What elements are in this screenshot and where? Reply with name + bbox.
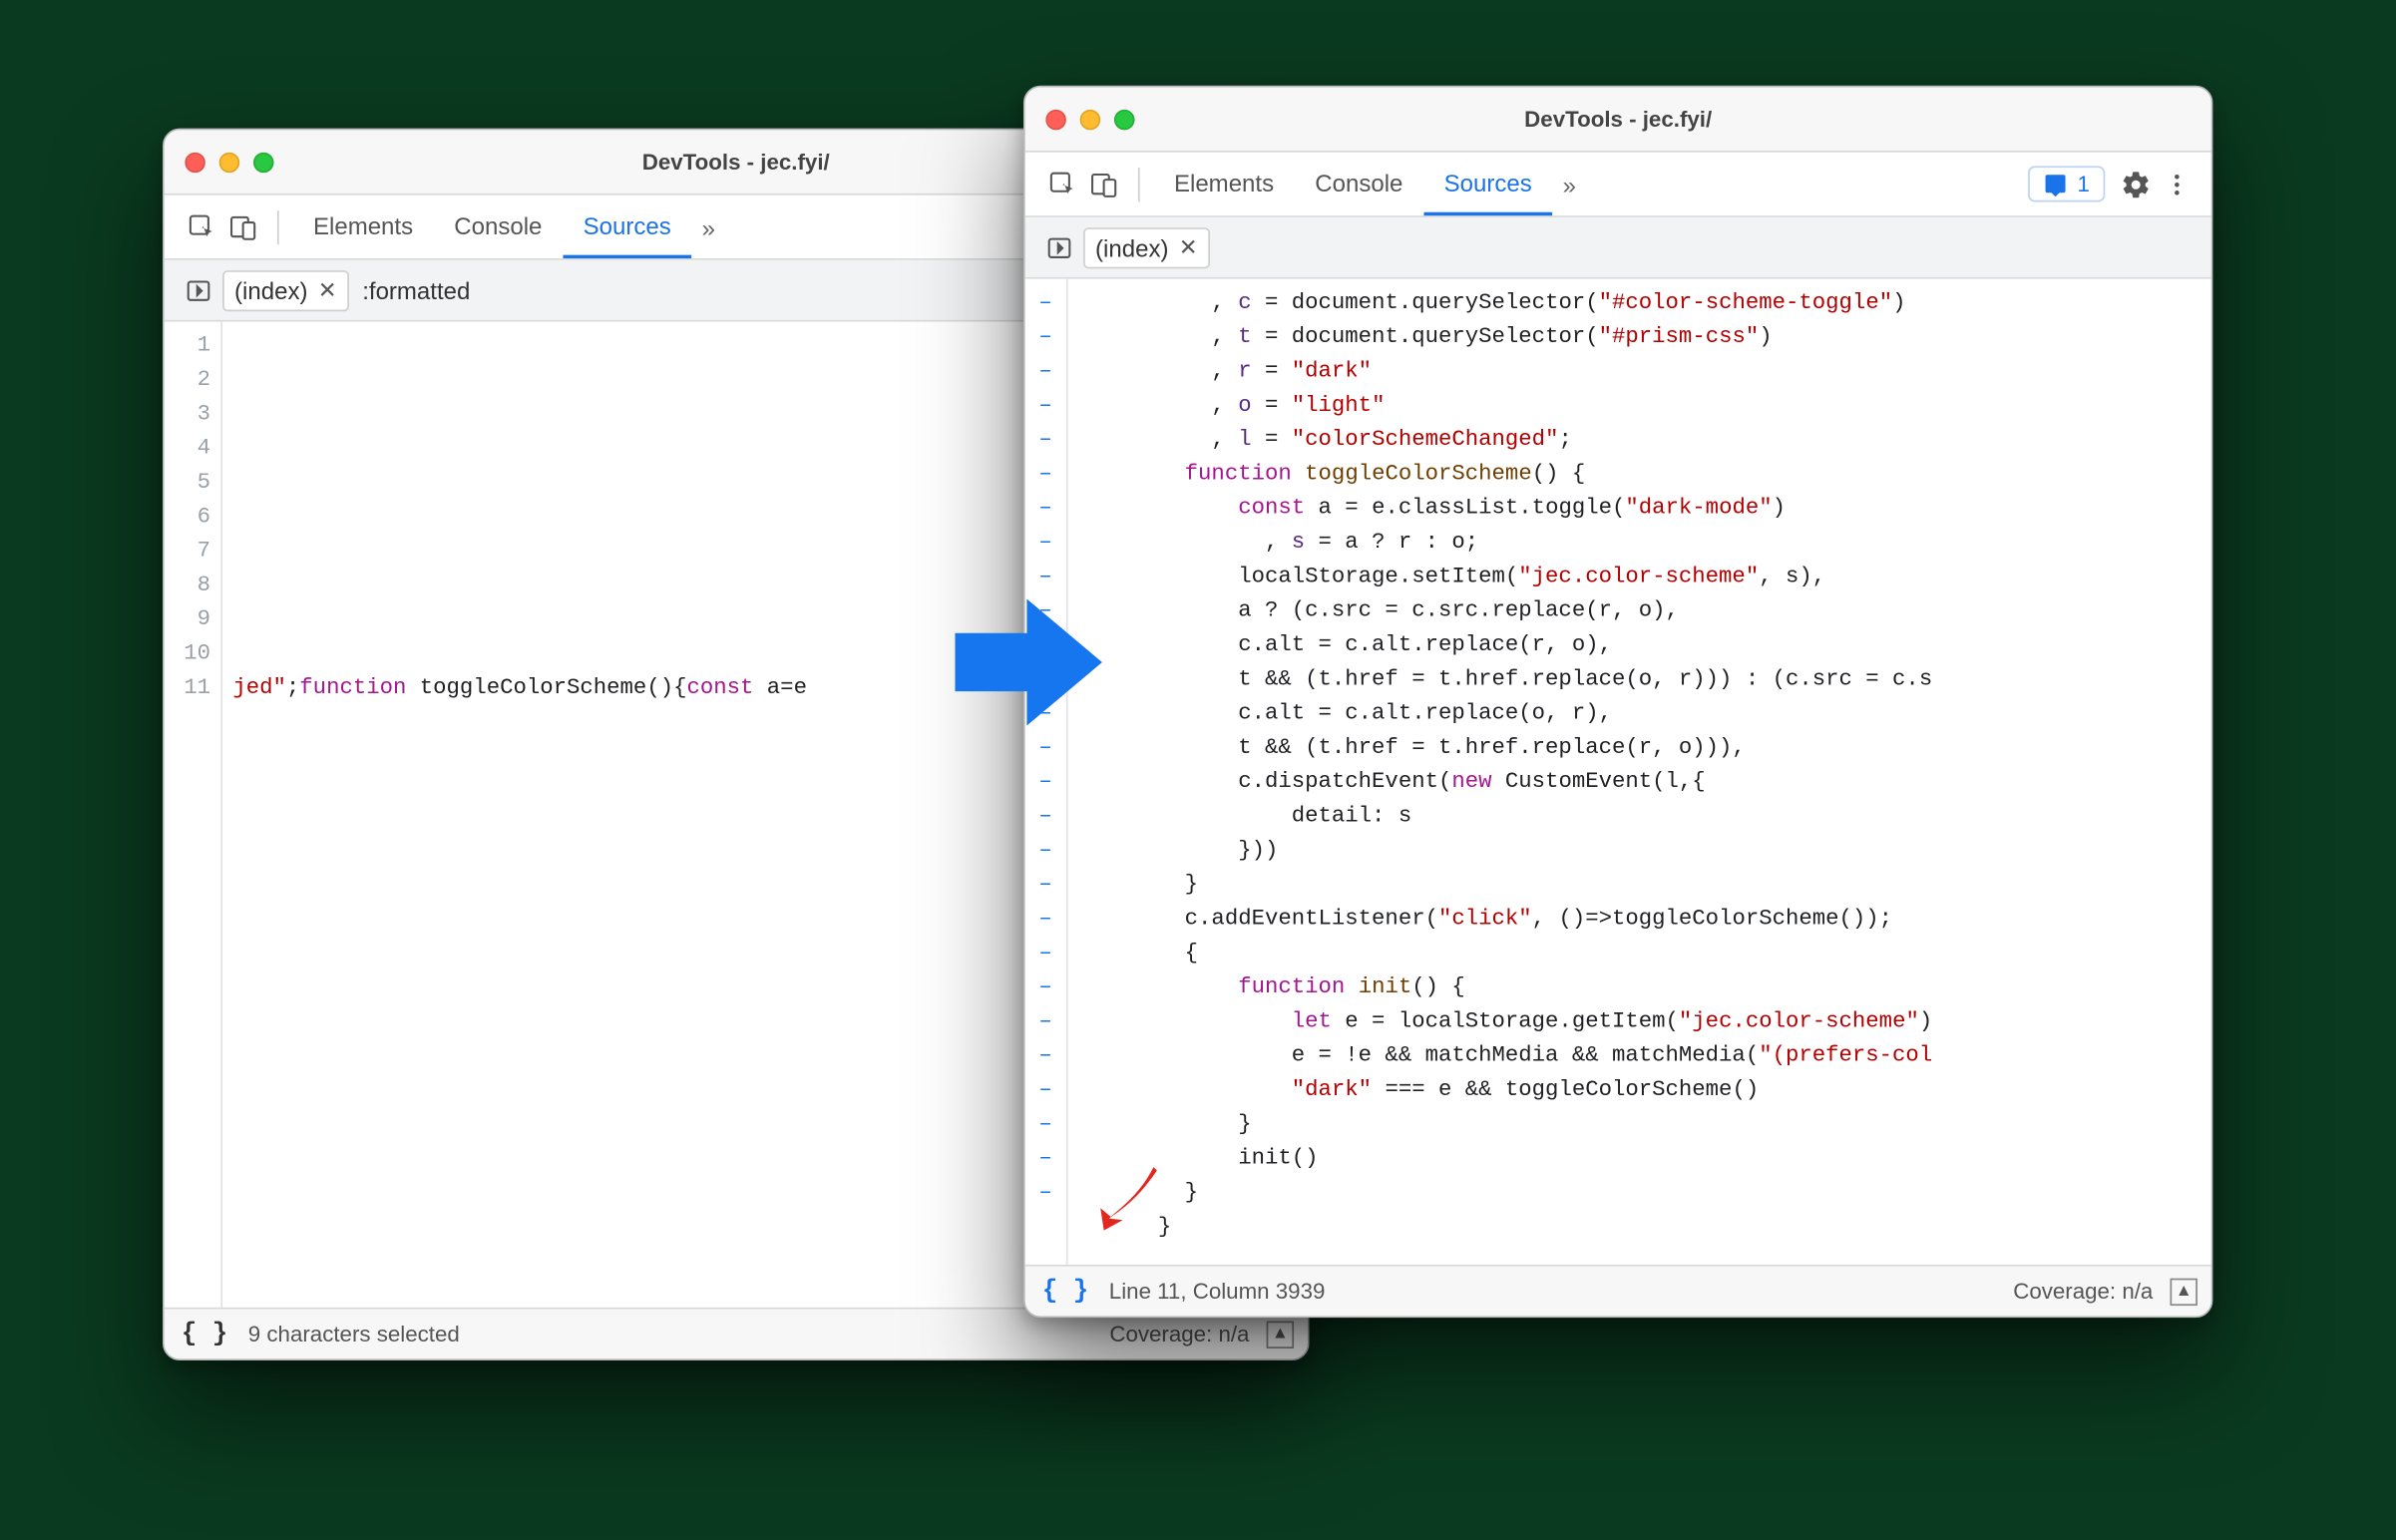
close-window-button[interactable] <box>185 152 205 173</box>
issues-button[interactable]: 1 <box>2028 166 2106 201</box>
divider <box>1138 167 1140 200</box>
coverage-label: Coverage: n/a <box>2013 1279 2153 1305</box>
tab-sources[interactable]: Sources <box>1423 153 1552 215</box>
traffic-lights <box>185 152 273 173</box>
settings-icon[interactable] <box>2116 164 2157 204</box>
cursor-position: Line 11, Column 3939 <box>1109 1279 1326 1305</box>
line-number-gutter: – – – – – – – – – – – – – – – – – – – – … <box>1025 279 1068 1265</box>
navigator-toggle-icon[interactable] <box>178 269 218 310</box>
more-tabs-icon[interactable]: » <box>691 213 725 240</box>
devtools-window-right: DevTools - jec.fyi/ Elements Console Sou… <box>1023 86 2212 1318</box>
tab-elements[interactable]: Elements <box>292 195 433 258</box>
tab-console[interactable]: Console <box>434 195 563 258</box>
code-editor[interactable]: – – – – – – – – – – – – – – – – – – – – … <box>1025 279 2211 1265</box>
inspect-icon[interactable] <box>1042 164 1083 204</box>
minimize-window-button[interactable] <box>219 152 240 173</box>
close-icon[interactable]: ✕ <box>318 276 337 303</box>
issues-icon <box>2043 172 2067 195</box>
close-window-button[interactable] <box>1045 109 1066 130</box>
minimize-window-button[interactable] <box>1080 109 1101 130</box>
pretty-print-button[interactable]: { } <box>1038 1277 1091 1306</box>
status-bar: { } Line 11, Column 3939 Coverage: n/a ▲ <box>1025 1265 2211 1316</box>
tab-elements[interactable]: Elements <box>1153 153 1294 215</box>
file-tab-formatted[interactable]: :formatted <box>352 271 481 309</box>
tab-sources[interactable]: Sources <box>563 195 691 258</box>
drawer-toggle-icon[interactable]: ▲ <box>1267 1321 1294 1348</box>
line-number-gutter: 1 2 3 4 5 6 7 8 9 10 11 <box>165 322 222 1308</box>
annotation-arrow-right <box>955 595 1105 737</box>
tab-console[interactable]: Console <box>1295 153 1423 215</box>
pretty-print-button[interactable]: { } <box>178 1320 230 1348</box>
status-message: 9 characters selected <box>248 1322 460 1348</box>
file-tab-label: (index) <box>1095 233 1168 260</box>
panel-tabs: Elements Console Sources <box>292 195 691 258</box>
divider <box>277 209 279 243</box>
zoom-window-button[interactable] <box>253 152 274 173</box>
issues-count: 1 <box>2077 172 2089 197</box>
zoom-window-button[interactable] <box>1114 109 1135 130</box>
file-tab-index[interactable]: (index) ✕ <box>222 269 348 310</box>
kebab-menu-icon[interactable] <box>2157 164 2197 204</box>
close-icon[interactable]: ✕ <box>1179 233 1198 260</box>
annotation-arrow-pointer <box>1095 1164 1160 1241</box>
device-toggle-icon[interactable] <box>1083 164 1124 204</box>
code-content[interactable]: , c = document.querySelector("#color-sch… <box>1067 279 2210 1265</box>
more-tabs-icon[interactable]: » <box>1552 171 1586 197</box>
file-tab-index[interactable]: (index) ✕ <box>1083 226 1209 267</box>
navigator-toggle-icon[interactable] <box>1038 226 1079 267</box>
inspect-icon[interactable] <box>182 206 222 247</box>
panel-tabs: Elements Console Sources <box>1153 153 1552 215</box>
window-title: DevTools - jec.fyi/ <box>1025 106 2211 132</box>
sources-file-bar: (index) ✕ <box>1025 217 2211 279</box>
device-toggle-icon[interactable] <box>222 206 263 247</box>
titlebar[interactable]: DevTools - jec.fyi/ <box>1025 88 2211 153</box>
main-toolbar: Elements Console Sources » 1 <box>1025 153 2211 217</box>
traffic-lights <box>1045 109 1134 130</box>
coverage-label: Coverage: n/a <box>1109 1322 1249 1348</box>
file-tab-label: (index) <box>234 276 307 303</box>
drawer-toggle-icon[interactable]: ▲ <box>2171 1278 2197 1305</box>
